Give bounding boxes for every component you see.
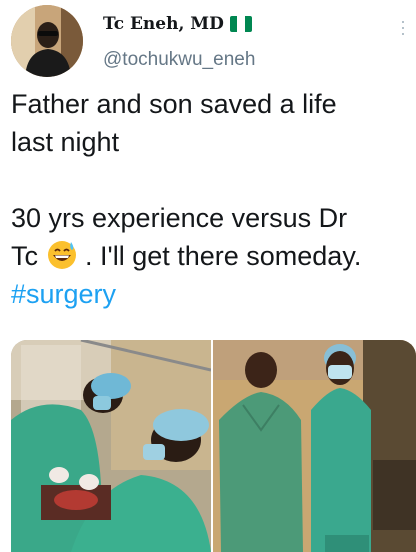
tweet-line-start: Tc	[11, 241, 38, 271]
tweet-media[interactable]	[11, 340, 416, 552]
tweet-line-end: . I'll get there someday.	[85, 241, 362, 271]
avatar-image	[11, 5, 83, 77]
display-name[interactable]: Tc Eneh, MD	[103, 14, 252, 34]
father-son-photo[interactable]	[213, 340, 416, 552]
more-options-icon[interactable]: · · ·	[400, 12, 406, 42]
display-name-text[interactable]: Tc Eneh, MD	[103, 14, 224, 34]
nigeria-flag-icon	[229, 16, 252, 32]
surgery-photo[interactable]	[11, 340, 212, 552]
user-handle[interactable]: @tochukwu_eneh	[103, 49, 255, 71]
avatar[interactable]	[11, 5, 83, 77]
hashtag-link[interactable]: #surgery	[11, 275, 411, 313]
tweet-line: Tc . I'll get there someday.	[11, 237, 411, 275]
tweet-text: Father and son saved a life last night 3…	[11, 85, 411, 313]
tweet-line: 30 yrs experience versus Dr	[11, 203, 348, 233]
tweet-line: last night	[11, 127, 120, 157]
grinning-sweat-emoji-icon	[47, 241, 76, 269]
tweet-line: Father and son saved a life	[11, 89, 337, 119]
tweet-header: Tc Eneh, MD @tochukwu_eneh · · ·	[0, 0, 416, 80]
